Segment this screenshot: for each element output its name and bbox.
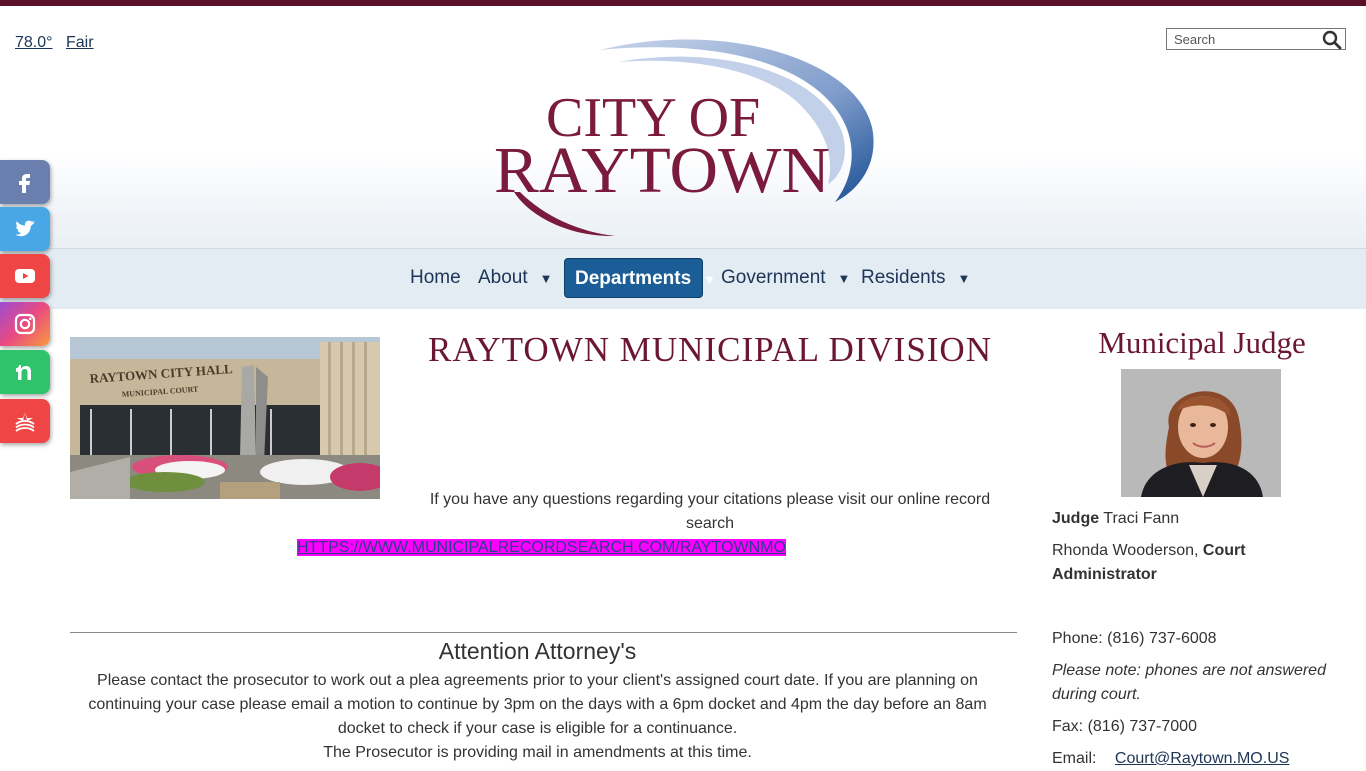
nextdoor-icon [16,365,31,380]
nav-residents-label: Residents [861,267,946,288]
attention-paragraph: Please contact the prosecutor to work ou… [88,672,987,737]
logo-raytown-text: RAYTOWN [494,134,830,207]
nav-home-label: Home [410,267,461,288]
weather-condition-link[interactable]: Fair [66,34,94,51]
phone-number: Phone: (816) 737-6008 [1052,630,1217,647]
facebook-button[interactable] [0,160,50,204]
admin-name: Rhonda Wooderson, [1052,542,1199,559]
instagram-button[interactable] [0,302,50,346]
youtube-button[interactable] [0,254,50,298]
email-label: Email: [1052,750,1097,767]
nextdoor-button[interactable] [0,350,50,394]
search-box [1166,28,1346,50]
judge-heading: Municipal Judge [1098,325,1306,360]
notify-icon [15,412,35,432]
youtube-icon [15,269,35,283]
court-administrator: Rhonda Wooderson, Court Administrator [1052,539,1352,587]
notify-button[interactable] [0,399,50,443]
twitter-button[interactable] [0,207,50,251]
chevron-down-icon: ▼ [957,271,971,286]
nav-departments[interactable]: Departments ▼ [564,258,716,298]
city-of-raytown-logo[interactable]: CITY OF RAYTOWN [490,32,880,242]
weather-widget: 78.0° Fair [15,34,103,52]
search-icon[interactable] [1322,30,1342,50]
temperature-link[interactable]: 78.0° [15,34,53,51]
email-link[interactable]: Court@Raytown.MO.US [1115,750,1290,767]
twitter-icon [15,220,35,237]
judge-title: Judge [1052,510,1100,527]
nav-residents[interactable]: Residents ▼ [851,258,980,298]
chevron-down-icon: ▼ [837,271,851,286]
page-title: RAYTOWN MUNICIPAL DIVISION [428,330,992,369]
judge-photo [1121,369,1281,497]
chevron-down-icon: ▼ [539,271,553,286]
nav-about[interactable]: About ▼ [468,258,563,298]
prosecutor-note: The Prosecutor is providing mail in amen… [323,744,752,761]
main-navigation: Home About ▼ Departments ▼ Government ▼ Res… [0,248,1366,309]
judge-name: Judge Traci Fann [1052,507,1352,531]
nav-departments-label: Departments [575,268,692,289]
email-row: Email: Court@Raytown.MO.US [1052,747,1352,771]
search-input[interactable] [1174,32,1314,47]
section-divider [70,632,1017,633]
nav-government-label: Government [721,267,826,288]
nav-home[interactable]: Home [400,258,471,298]
record-search-link[interactable]: HTTPS://WWW.MUNICIPALRECORDSEARCH.COM/RA… [297,539,786,556]
site-header: 78.0° Fair CITY OF RAYTOWN [0,6,1366,248]
phone-note: Please note: phones are not answered dur… [1052,662,1326,703]
city-hall-photo: RAYTOWN CITY HALL MUNICIPAL COURT [70,337,380,499]
citation-info-text: If you have any questions regarding your… [429,491,991,532]
nav-about-label: About [478,267,528,288]
attention-body: Please contact the prosecutor to work ou… [70,669,1005,765]
attention-heading: Attention Attorney's [438,638,637,664]
fax-number: Fax: (816) 737-7000 [1052,718,1197,735]
nav-government[interactable]: Government ▼ [711,258,860,298]
facebook-icon [19,174,30,193]
judge-name-value: Traci Fann [1103,510,1180,527]
instagram-icon [14,313,36,335]
